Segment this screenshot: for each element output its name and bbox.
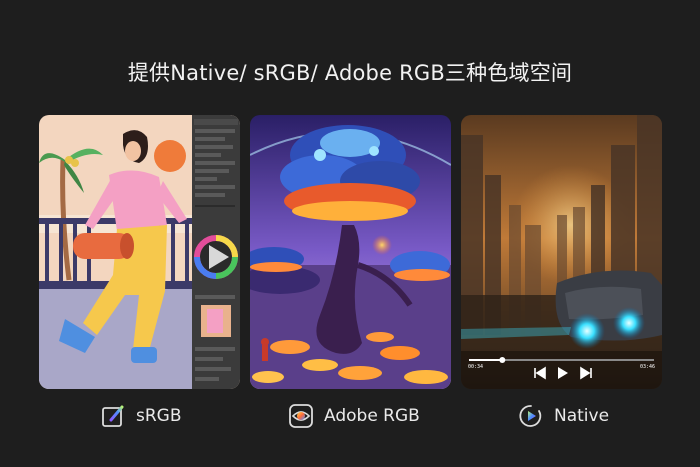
- native-sample-video: 00:34 03:46: [461, 115, 662, 389]
- next-button[interactable]: [577, 365, 595, 381]
- play-button[interactable]: [554, 365, 572, 381]
- eye-icon: [289, 404, 313, 428]
- native-label: Native: [518, 400, 609, 432]
- srgb-sample-image: [39, 115, 240, 389]
- video-duration: 03:46: [639, 364, 655, 370]
- adobe-rgb-label: Adobe RGB: [288, 400, 420, 432]
- page-headline: 提供Native/ sRGB/ Adobe RGB三种色域空间: [127, 61, 573, 85]
- play-circle-icon: [519, 405, 542, 427]
- video-seek-bar[interactable]: [469, 356, 654, 364]
- video-elapsed-time: 00:34: [468, 364, 484, 370]
- previous-button[interactable]: [531, 365, 549, 381]
- adobe-rgb-sample-image: [250, 115, 451, 389]
- srgb-label: sRGB: [100, 400, 182, 432]
- srgb-caption: sRGB: [136, 406, 182, 426]
- edit-square-icon: [102, 405, 124, 427]
- adobe-rgb-caption: Adobe RGB: [324, 406, 420, 426]
- native-caption: Native: [554, 406, 610, 426]
